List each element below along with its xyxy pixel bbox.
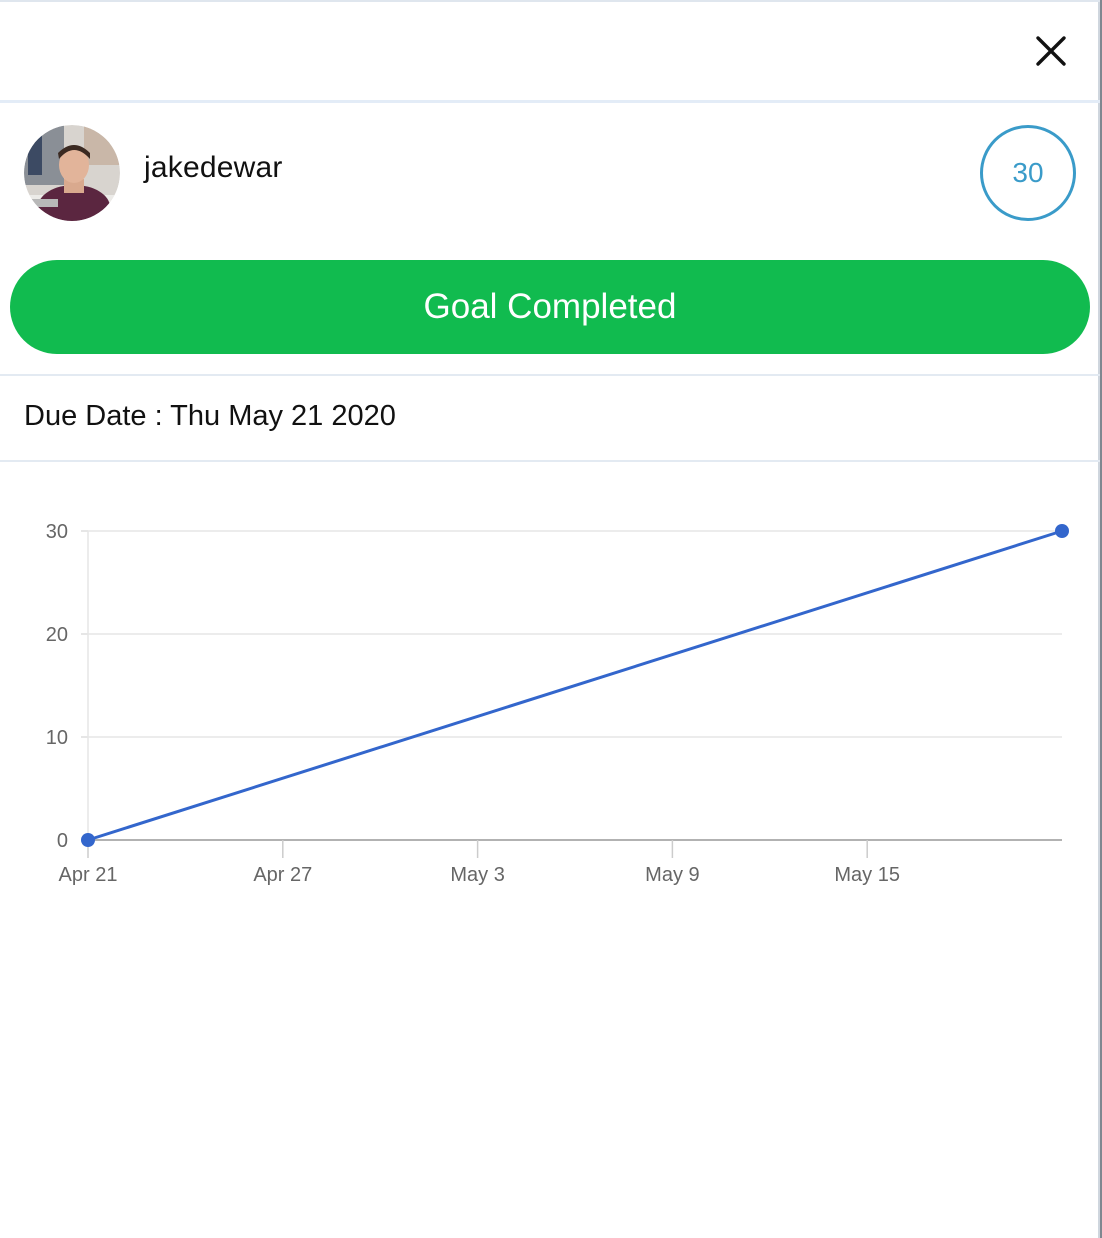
close-button[interactable] — [1028, 28, 1074, 74]
close-icon — [1036, 36, 1066, 66]
goal-modal: jakedewar 30 Goal Completed Due Date : T… — [0, 0, 1100, 1238]
modal-header — [0, 2, 1100, 103]
username: jakedewar — [144, 151, 283, 184]
progress-chart: 0 10 20 30 Apr 21 Apr 27 May 3 May 9 May 15 — [0, 470, 1100, 930]
goal-completed-button[interactable]: Goal Completed — [10, 260, 1090, 354]
score-badge: 30 — [980, 125, 1076, 221]
due-date: Due Date : Thu May 21 2020 — [24, 400, 396, 432]
x-tick-label: May 3 — [450, 864, 504, 886]
avatar — [24, 125, 120, 221]
x-tick-label: Apr 21 — [59, 864, 118, 886]
progress-line-chart: 0 10 20 30 Apr 21 Apr 27 May 3 May 9 May 15 — [46, 521, 1069, 886]
score-value: 30 — [1012, 157, 1044, 188]
divider — [0, 374, 1100, 376]
goal-completed-label: Goal Completed — [423, 287, 677, 326]
x-tick-label: May 9 — [645, 864, 699, 886]
data-point — [81, 833, 95, 847]
y-tick-label: 30 — [46, 521, 68, 543]
y-tick-label: 20 — [46, 624, 68, 646]
y-tick-label: 10 — [46, 727, 68, 749]
user-avatar-photo-icon — [24, 125, 120, 221]
x-tick-label: May 15 — [834, 864, 900, 886]
divider — [0, 460, 1100, 462]
data-point — [1055, 524, 1069, 538]
x-tick-label: Apr 27 — [253, 864, 312, 886]
user-row: jakedewar 30 — [0, 103, 1100, 243]
series-line — [87, 529, 1063, 842]
y-tick-label: 0 — [57, 830, 68, 852]
